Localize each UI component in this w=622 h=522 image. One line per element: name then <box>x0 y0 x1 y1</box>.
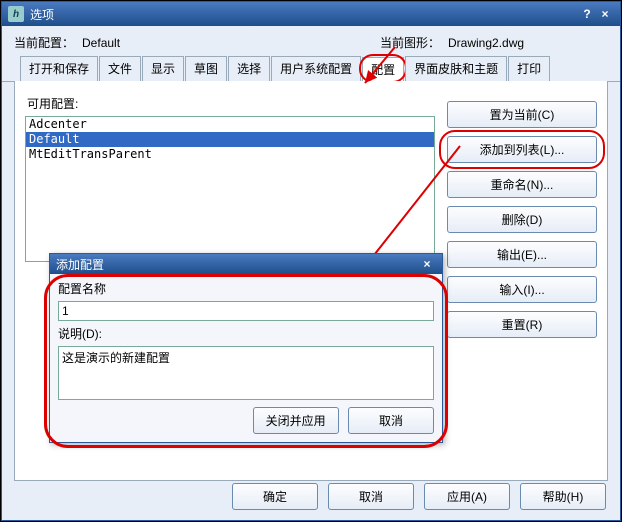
export-button[interactable]: 输出(E)... <box>447 241 597 268</box>
apply-button[interactable]: 应用(A) <box>424 483 510 510</box>
tab-user-system[interactable]: 用户系统配置 <box>271 56 361 81</box>
delete-button[interactable]: 删除(D) <box>447 206 597 233</box>
tab-profile[interactable]: 配置 <box>362 57 404 82</box>
current-config-label: 当前配置： <box>14 34 74 51</box>
list-item[interactable]: Default <box>26 132 434 147</box>
dialog-cancel-button[interactable]: 取消 <box>348 407 434 434</box>
tab-theme[interactable]: 界面皮肤和主题 <box>405 56 507 81</box>
help-button[interactable]: 帮助(H) <box>520 483 606 510</box>
set-current-button[interactable]: 置为当前(C) <box>447 101 597 128</box>
window-title: 选项 <box>30 6 578 23</box>
tab-display[interactable]: 显示 <box>142 56 184 81</box>
app-logo-icon: h <box>8 6 24 22</box>
ok-button[interactable]: 确定 <box>232 483 318 510</box>
tab-profile-label: 配置 <box>371 63 395 77</box>
profile-panel: 可用配置: Adcenter Default MtEditTransParent… <box>14 81 608 481</box>
dialog-title: 添加配置 <box>56 256 418 273</box>
cancel-button[interactable]: 取消 <box>328 483 414 510</box>
close-icon[interactable]: × <box>596 7 614 21</box>
profile-desc-label: 说明(D): <box>58 325 434 342</box>
dialog-bottom-buttons: 确定 取消 应用(A) 帮助(H) <box>232 483 606 510</box>
add-profile-dialog: 添加配置 × 配置名称 说明(D): 这是演示的新建配置 关闭并应用 取消 <box>49 253 443 443</box>
current-config-value: Default <box>82 36 202 50</box>
tab-file[interactable]: 文件 <box>99 56 141 81</box>
options-window: h 选项 ? × 当前配置： Default 当前图形： Drawing2.dw… <box>1 1 621 521</box>
titlebar: h 选项 ? × <box>2 2 620 26</box>
add-to-list-button[interactable]: 添加到列表(L)... <box>447 136 597 163</box>
reset-button[interactable]: 重置(R) <box>447 311 597 338</box>
current-drawing-label: 当前图形： <box>380 34 440 51</box>
tab-strip: 打开和保存 文件 显示 草图 选择 用户系统配置 配置 界面皮肤和主题 打印 <box>2 56 620 82</box>
close-apply-button[interactable]: 关闭并应用 <box>253 407 339 434</box>
tab-select[interactable]: 选择 <box>228 56 270 81</box>
rename-button[interactable]: 重命名(N)... <box>447 171 597 198</box>
import-button[interactable]: 输入(I)... <box>447 276 597 303</box>
help-icon[interactable]: ? <box>578 7 596 21</box>
profile-desc-input[interactable]: 这是演示的新建配置 <box>58 346 434 400</box>
tab-print[interactable]: 打印 <box>508 56 550 81</box>
list-item[interactable]: Adcenter <box>26 117 434 132</box>
profile-name-input[interactable] <box>58 301 434 321</box>
dialog-close-icon[interactable]: × <box>418 257 436 271</box>
current-drawing-value: Drawing2.dwg <box>448 36 568 50</box>
tab-open-save[interactable]: 打开和保存 <box>20 56 98 81</box>
list-item[interactable]: MtEditTransParent <box>26 147 434 162</box>
top-info-row: 当前配置： Default 当前图形： Drawing2.dwg <box>2 26 620 55</box>
profiles-listbox[interactable]: Adcenter Default MtEditTransParent <box>25 116 435 262</box>
dialog-titlebar: 添加配置 × <box>50 254 442 274</box>
tab-draft[interactable]: 草图 <box>185 56 227 81</box>
profile-buttons-column: 置为当前(C) 添加到列表(L)... 重命名(N)... 删除(D) 输出(E… <box>447 101 597 338</box>
profile-name-label: 配置名称 <box>58 280 434 297</box>
